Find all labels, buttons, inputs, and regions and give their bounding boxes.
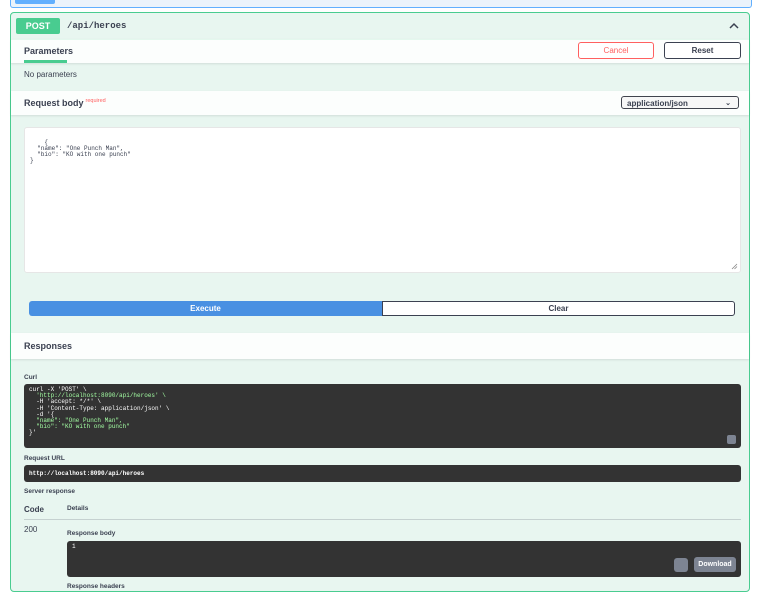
clear-button[interactable]: Clear xyxy=(382,301,735,316)
resize-grip-icon[interactable] xyxy=(731,263,738,270)
curl-code-block[interactable]: curl -X 'POST' \ 'http://localhost:8090/… xyxy=(24,384,741,448)
response-status-code: 200 xyxy=(24,525,38,534)
request-body-label: Request body xyxy=(24,98,84,108)
chevron-down-icon: ⌄ xyxy=(725,100,731,107)
responses-title: Responses xyxy=(24,341,73,351)
curl-line-6: "bio": "KO with one punch" xyxy=(29,423,130,431)
chevron-up-icon[interactable] xyxy=(727,19,741,33)
request-body-title: Request body required xyxy=(24,91,106,115)
request-url-box: http://localhost:8090/api/heroes xyxy=(24,465,741,482)
download-button[interactable]: Download xyxy=(694,557,736,572)
responses-header: Responses xyxy=(11,333,749,359)
request-body-value: { "name": "One Punch Man", "bio": "KO wi… xyxy=(30,139,131,164)
response-body-label: Response body xyxy=(67,530,116,537)
request-body-editor[interactable]: { "name": "One Punch Man", "bio": "KO wi… xyxy=(24,127,741,273)
request-body-header: Request body required application/json ⌄ xyxy=(11,91,749,115)
operation-summary[interactable]: POST /api/heroes xyxy=(11,13,749,40)
operation-path: /api/heroes xyxy=(67,21,127,31)
content-type-value: application/json xyxy=(627,99,688,108)
response-body-block[interactable]: 1 xyxy=(67,541,741,577)
tab-underline xyxy=(24,60,67,63)
request-url-label: Request URL xyxy=(24,455,65,462)
method-badge: POST xyxy=(16,18,60,34)
table-divider xyxy=(24,519,741,520)
content-type-select[interactable]: application/json ⌄ xyxy=(621,96,739,109)
required-marker: required xyxy=(85,98,106,104)
response-headers-label: Response headers xyxy=(67,583,125,590)
operation-block: POST /api/heroes Parameters Cancel Reset… xyxy=(10,12,750,592)
code-column-header: Code xyxy=(24,505,44,514)
details-column-header: Details xyxy=(67,505,89,512)
copy-icon[interactable] xyxy=(674,558,688,572)
copy-icon[interactable] xyxy=(727,435,736,444)
curl-label: Curl xyxy=(24,374,37,381)
execute-button[interactable]: Execute xyxy=(29,301,382,316)
no-parameters-text: No parameters xyxy=(24,70,77,79)
previous-operation-strip[interactable] xyxy=(10,0,752,8)
server-response-label: Server response xyxy=(24,488,75,495)
parameters-header: Parameters Cancel Reset xyxy=(11,39,749,63)
cancel-button[interactable]: Cancel xyxy=(578,42,654,59)
previous-method-tag xyxy=(15,0,55,4)
curl-line-7: }' xyxy=(29,429,37,437)
reset-button[interactable]: Reset xyxy=(664,42,741,59)
request-url-value: http://localhost:8090/api/heroes xyxy=(29,470,145,477)
response-body-value: 1 xyxy=(72,543,76,550)
